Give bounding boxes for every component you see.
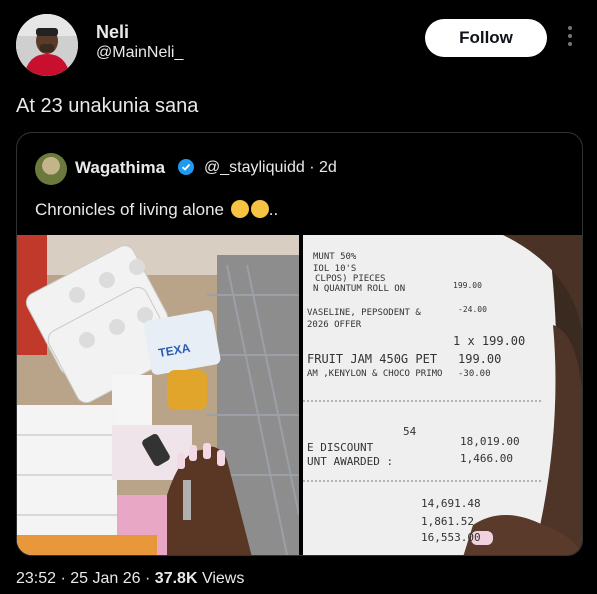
receipt-line: 1,861.52 [421,515,474,528]
tweet-time[interactable]: 23:52 [16,570,56,587]
tweet-meta: 23:52 · 25 Jan 26 · 37.8K Views [16,570,244,588]
shopping-cart-photo[interactable]: TEXA [17,235,299,555]
receipt-line: CLPOS) PIECES [315,274,385,284]
relieved-face-emoji-icon [250,200,269,218]
receipt-line: 14,691.48 [421,497,481,510]
author-handle[interactable]: @MainNeli_ [96,44,183,62]
quoted-text-suffix: .. [268,200,279,219]
receipt-line: 199.00 [458,352,501,366]
receipt-line: E DISCOUNT [307,441,374,454]
receipt-line: VASELINE, PEPSODENT & [307,308,421,318]
views-count: 37.8K [154,570,198,587]
quoted-text-body: Chronicles of living alone [35,200,224,219]
quoted-author-handle[interactable]: @_stayliquidd · 2d [204,159,337,177]
receipt-line: 2026 OFFER [307,320,362,330]
receipt-line: UNT AWARDED : [307,455,393,468]
receipt-line: MUNT 50% [313,252,357,262]
verified-badge-icon [178,159,194,175]
receipt-photo[interactable]: MUNT 50% IOL 10'S CLPOS) PIECES N QUANTU… [303,235,582,555]
receipt-line: IOL 10'S [313,264,356,274]
receipt-line: 1,466.00 [460,452,513,465]
author-name[interactable]: Neli [96,22,129,43]
quoted-tweet-text: Chronicles of living alone .. [35,200,278,220]
receipt-line: -30.00 [458,369,491,379]
separator-dot: · [60,570,66,587]
receipt-line: -24.00 [458,305,487,314]
follow-button[interactable]: Follow [425,19,547,57]
receipt-line: 18,019.00 [460,435,520,448]
tweet-date[interactable]: 25 Jan 26 [70,570,140,587]
receipt-line: N QUANTUM ROLL ON [313,284,405,294]
receipt-line: FRUIT JAM 450G PET [307,352,437,366]
tweet-text: At 23 unakunia sana [16,95,199,117]
quoted-author-avatar[interactable] [35,153,67,185]
receipt-line: 16,553.00 [421,531,481,544]
receipt-line: 199.00 [453,281,482,290]
quoted-author-name[interactable]: Wagathima [75,158,165,178]
views-label: Views [201,570,245,587]
relieved-face-emoji-icon [230,200,249,218]
author-avatar[interactable] [16,14,78,76]
more-options-icon[interactable] [563,26,577,50]
receipt-line: AM ,KENYLON & CHOCO PRIMO [307,369,442,379]
receipt-line: 54 [403,425,417,438]
separator-dot: · [145,570,151,587]
quoted-tweet[interactable]: Wagathima @_stayliquidd · 2d Chronicles … [16,132,583,556]
receipt-line: 1 x 199.00 [453,334,525,348]
